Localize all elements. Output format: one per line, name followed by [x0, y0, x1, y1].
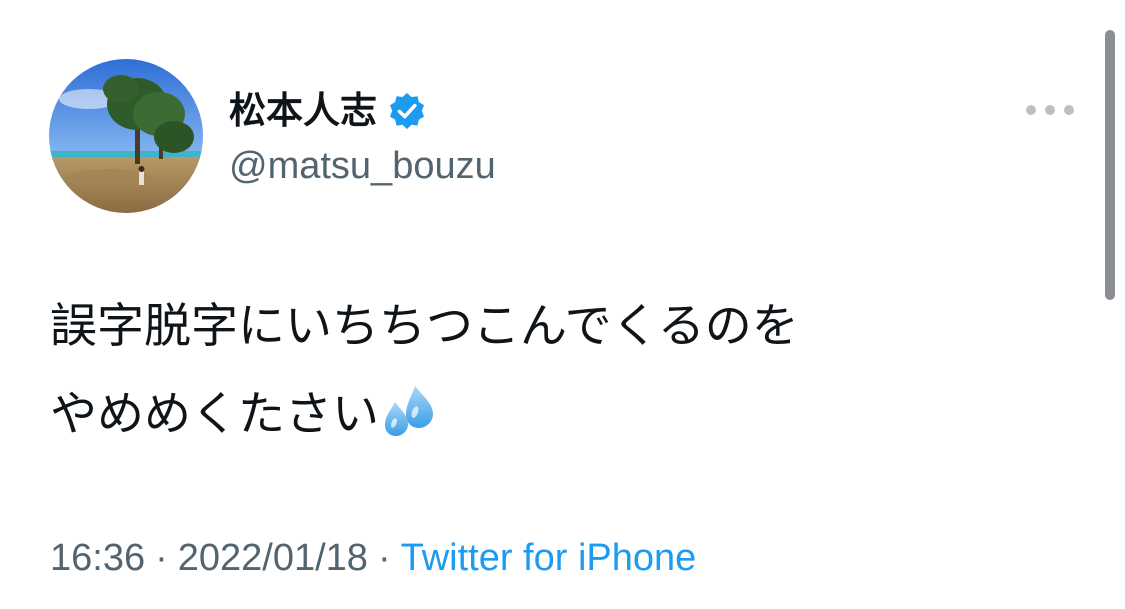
- tweet-detail-screen: 松本人志 @matsu_bouzu 誤字脱字にいちちつこんでくるのを やめめくた…: [0, 0, 1125, 609]
- avatar[interactable]: [49, 59, 203, 213]
- more-options-button[interactable]: [1026, 96, 1074, 124]
- more-dot-icon: [1045, 105, 1055, 115]
- author-name-row[interactable]: 松本人志: [229, 86, 427, 136]
- display-name[interactable]: 松本人志: [229, 86, 377, 136]
- tweet-text-line-2-text: やめめくたさい: [50, 387, 379, 442]
- more-dot-icon: [1026, 105, 1036, 115]
- tweet-source-link[interactable]: Twitter for iPhone: [401, 537, 697, 579]
- author-handle[interactable]: @matsu_bouzu: [229, 143, 496, 189]
- tweet-text-line-2: やめめくたさい: [50, 371, 1070, 459]
- tweet-time[interactable]: 16:36: [50, 537, 145, 579]
- tweet-meta: 16:36 · 2022/01/18 · Twitter for iPhone: [50, 533, 696, 583]
- verified-badge-icon: [390, 93, 424, 129]
- more-dot-icon: [1064, 105, 1074, 115]
- meta-separator: ·: [377, 537, 391, 579]
- sweat-droplets-icon: [385, 386, 433, 436]
- meta-separator: ·: [155, 537, 168, 579]
- scrollbar[interactable]: [1105, 30, 1115, 300]
- tweet-text: 誤字脱字にいちちつこんでくるのを やめめくたさい: [50, 283, 1070, 459]
- profile-photo-icon: [49, 59, 203, 213]
- tweet-text-line-1: 誤字脱字にいちちつこんでくるのを: [50, 299, 799, 354]
- tweet-date[interactable]: 2022/01/18: [178, 537, 368, 579]
